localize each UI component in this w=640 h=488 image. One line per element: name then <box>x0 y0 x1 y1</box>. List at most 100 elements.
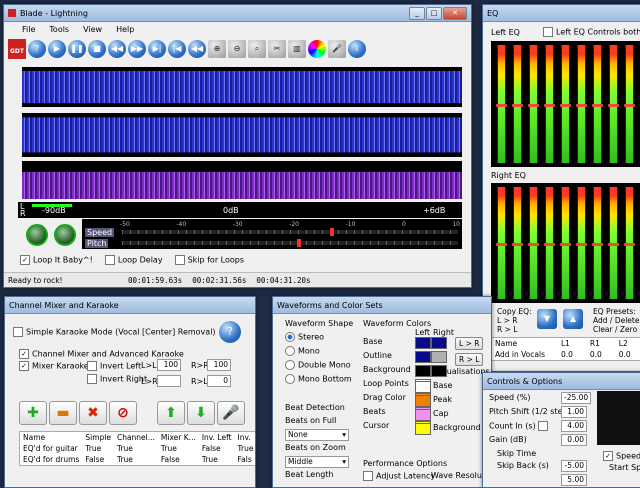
invert-left-option[interactable]: Invert Left <box>87 361 141 371</box>
move-up-icon[interactable]: ⬆ <box>157 401 185 425</box>
main-titlebar[interactable]: Blade - Lightning _ □ ✕ <box>4 5 471 22</box>
mixer-col-simple[interactable]: Simple <box>82 432 114 444</box>
previous-icon[interactable]: ▶| <box>148 40 166 58</box>
waveforms-titlebar[interactable]: Waveforms and Color Sets <box>273 297 491 314</box>
right-band-9[interactable] <box>625 187 634 299</box>
visualisation-swatch[interactable] <box>415 423 431 435</box>
close-button[interactable]: ✕ <box>443 7 467 20</box>
speed-slider[interactable] <box>122 230 458 234</box>
rewind-icon[interactable]: ◀◀ <box>108 40 126 58</box>
zoom-in-icon[interactable]: ⊕ <box>208 40 226 58</box>
count-in-input[interactable]: 4.00 <box>561 420 587 432</box>
channel-mixer-option[interactable]: ✓Channel Mixer and Advanced Karaoke <box>19 349 184 359</box>
move-down-icon[interactable]: ⬇ <box>187 401 215 425</box>
pitch-shift-input[interactable]: 1.00 <box>561 406 587 418</box>
mixer-karaoke-checkbox[interactable]: ✓ <box>19 361 29 371</box>
eq-col-name[interactable]: Name <box>492 338 559 350</box>
mixer-col-inv[interactable]: Inv. <box>235 432 256 444</box>
eq-titlebar[interactable]: EQ <box>483 5 640 22</box>
knob-right[interactable] <box>54 224 76 246</box>
mixer-col-name[interactable]: Name <box>20 432 83 444</box>
right-band-3[interactable] <box>529 187 538 299</box>
color-swatch[interactable] <box>415 365 431 377</box>
mixer-karaoke-option[interactable]: ✓Mixer Karaoke <box>19 361 89 371</box>
left-band-4[interactable] <box>545 45 554 163</box>
shape-mono-bottom[interactable]: Mono Bottom <box>285 374 352 384</box>
pitch-thumb[interactable] <box>297 239 301 247</box>
simple-karaoke-option[interactable]: Simple Karaoke Mode (Vocal [Center] Remo… <box>13 327 216 337</box>
copy-eq-lr[interactable]: L > R <box>497 316 532 325</box>
fast-forward-icon[interactable]: ▶▶ <box>128 40 146 58</box>
next-icon[interactable]: |◀ <box>168 40 186 58</box>
visualisation-swatch[interactable] <box>415 381 431 393</box>
shape-mono-bottom-radio[interactable] <box>285 374 295 384</box>
help-icon[interactable]: ? <box>28 40 46 58</box>
count-in-option[interactable]: Count In (s) <box>489 421 551 431</box>
eq-col-r1[interactable]: R1 <box>587 338 616 350</box>
visualisation-swatch[interactable] <box>415 395 431 407</box>
right-band-4[interactable] <box>545 187 554 299</box>
waveform-overview[interactable] <box>22 67 462 107</box>
equalizer-icon[interactable]: ▥ <box>288 40 306 58</box>
mixer-col-channel[interactable]: Channel... <box>114 432 158 444</box>
loop-delay-checkbox[interactable] <box>105 255 115 265</box>
stop-icon[interactable]: ■ <box>88 40 106 58</box>
pause-icon[interactable]: ❚❚ <box>68 40 86 58</box>
beats-on-zoom-select[interactable]: Middle▾ <box>285 456 349 468</box>
speed-check-option[interactable]: ✓Speed <box>603 451 640 461</box>
delete-icon[interactable]: ✖ <box>79 401 107 425</box>
table-row[interactable]: EQ'd for drums False True False True Fal… <box>20 454 257 466</box>
loop-it-baby-option[interactable]: ✓Loop It Baby^! <box>20 255 93 265</box>
table-row[interactable]: Add in Vocals 0.0 0.0 0.0 <box>492 349 640 361</box>
menu-file[interactable]: File <box>22 25 35 34</box>
copy-rl-button[interactable]: R > L <box>455 353 483 366</box>
info-icon[interactable]: i <box>348 40 366 58</box>
mixer-titlebar[interactable]: Channel Mixer and Karaoke <box>5 297 255 314</box>
clear-icon[interactable]: ⊘ <box>109 401 137 425</box>
ll-input[interactable]: 100 <box>157 359 181 371</box>
left-band-7[interactable] <box>593 45 602 163</box>
skip-back-input[interactable]: -5.00 <box>561 460 587 472</box>
count-in-checkbox[interactable] <box>538 421 548 431</box>
color-swatch[interactable] <box>415 351 431 363</box>
speed-pct-input[interactable]: -25.00 <box>561 392 591 404</box>
menu-view[interactable]: View <box>83 25 102 34</box>
invert-right-option[interactable]: Invert Right <box>87 374 147 384</box>
left-band-6[interactable] <box>577 45 586 163</box>
color-swatch[interactable] <box>415 337 431 349</box>
eq-col-l1[interactable]: L1 <box>558 338 587 350</box>
channel-mixer-checkbox[interactable]: ✓ <box>19 349 29 359</box>
copy-eq-rl[interactable]: R > L <box>497 325 532 334</box>
rewind-left-icon[interactable]: ◀◀ <box>188 40 206 58</box>
eq-col-l2[interactable]: L2 <box>616 338 640 350</box>
right-band-1[interactable] <box>497 187 506 299</box>
knob-left[interactable] <box>26 224 48 246</box>
left-band-3[interactable] <box>529 45 538 163</box>
tools-icon[interactable]: ✂ <box>268 40 286 58</box>
skip-loops-option[interactable]: Skip for Loops <box>175 255 244 265</box>
pitch-slider[interactable] <box>122 241 458 245</box>
table-row[interactable]: EQ'd for guitar True True True False Tru… <box>20 443 257 454</box>
loop-it-baby-checkbox[interactable]: ✓ <box>20 255 30 265</box>
rl-input[interactable]: 0 <box>207 375 231 387</box>
mixer-col-mixer[interactable]: Mixer K... <box>158 432 199 444</box>
left-band-9[interactable] <box>625 45 634 163</box>
left-eq-controls-option[interactable]: Left EQ Controls both Left and <box>543 27 640 37</box>
rr-input[interactable]: 100 <box>207 359 231 371</box>
color-wheel-icon[interactable] <box>308 40 326 58</box>
right-color-1[interactable] <box>431 337 447 349</box>
eq-presets-add[interactable]: Add / Delete <box>593 316 639 325</box>
microphone-icon[interactable]: 🎤 <box>328 40 346 58</box>
left-band-2[interactable] <box>513 45 522 163</box>
invert-right-checkbox[interactable] <box>87 374 97 384</box>
right-color-2[interactable] <box>431 351 447 363</box>
left-band-1[interactable] <box>497 45 506 163</box>
zoom-out-icon[interactable]: ⊖ <box>228 40 246 58</box>
shape-mono[interactable]: Mono <box>285 346 320 356</box>
right-band-2[interactable] <box>513 187 522 299</box>
gain-input[interactable]: 0.00 <box>561 434 587 446</box>
lr-input[interactable] <box>157 375 181 387</box>
shape-double-mono[interactable]: Double Mono <box>285 360 351 370</box>
shape-double-mono-radio[interactable] <box>285 360 295 370</box>
speed-thumb[interactable] <box>330 228 334 236</box>
